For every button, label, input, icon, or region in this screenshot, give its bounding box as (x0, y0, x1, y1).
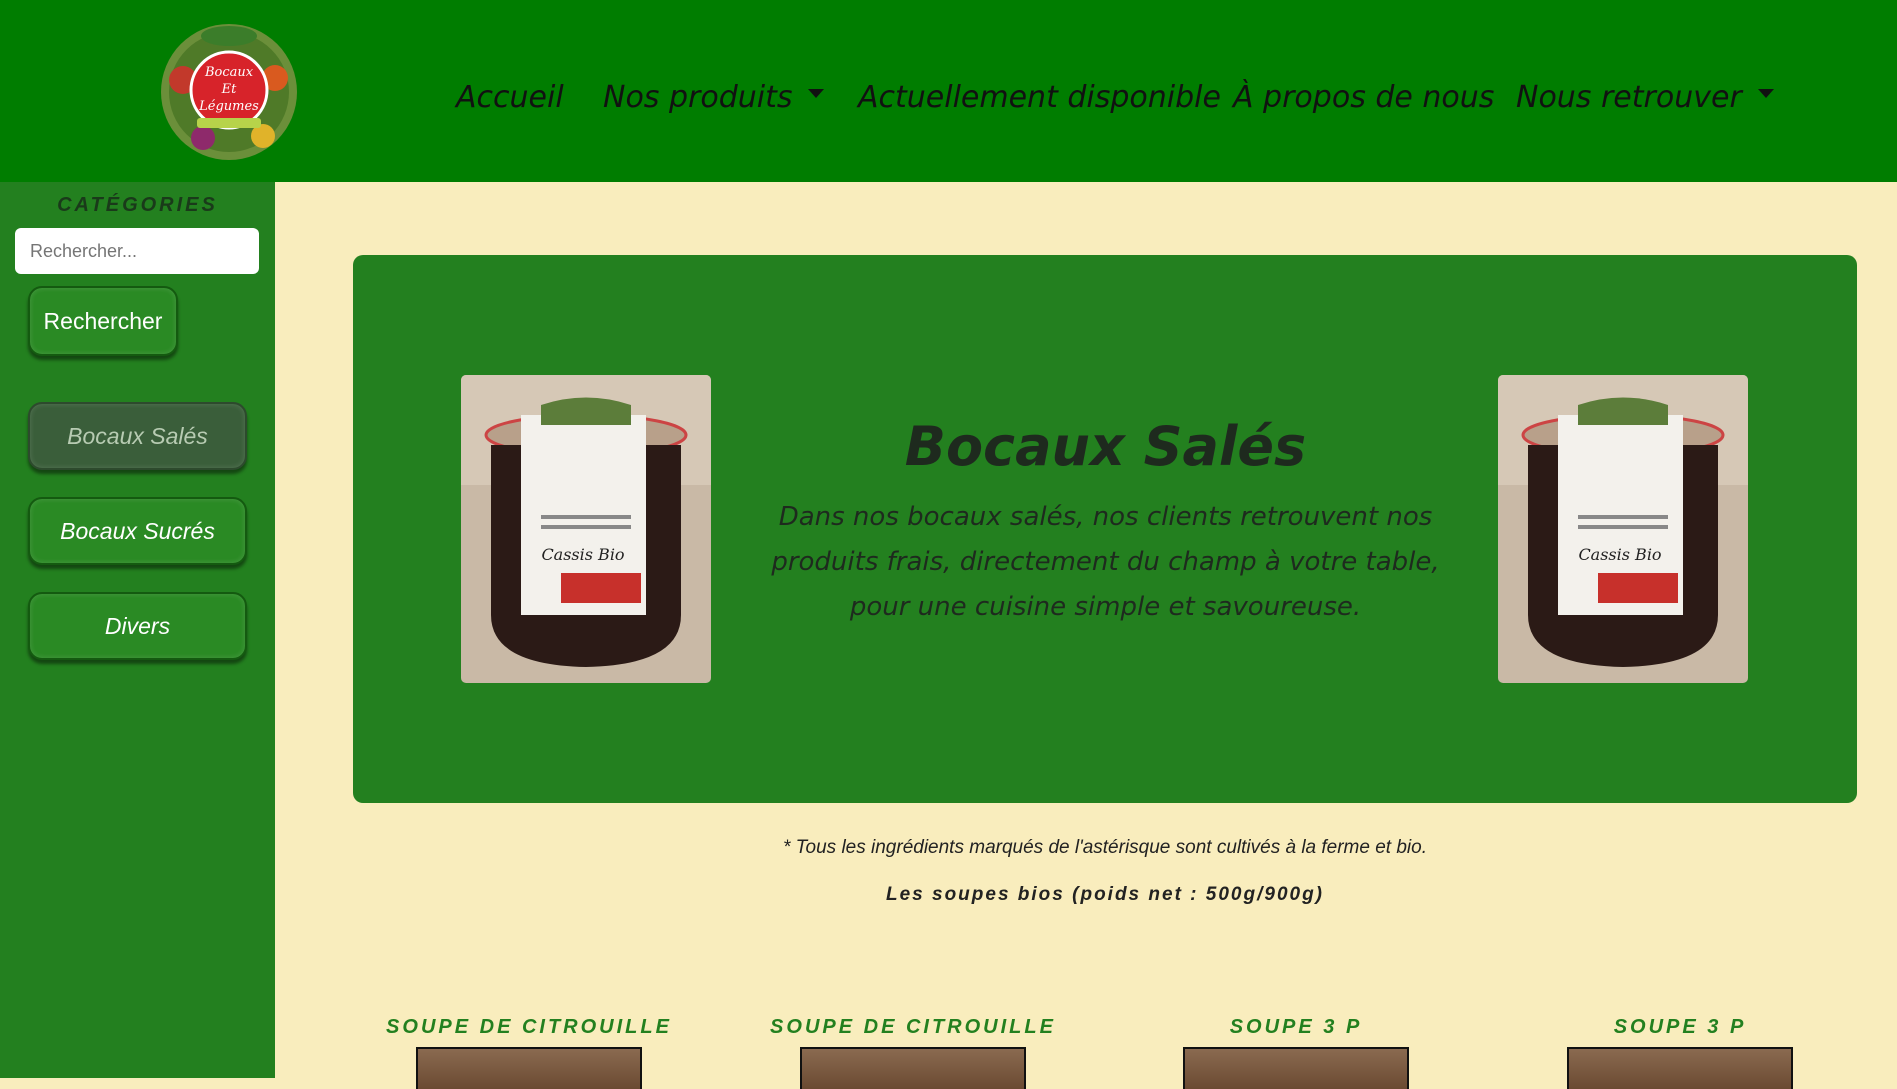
jar-label-text: Cassis Bio (1578, 545, 1661, 564)
jar-label-text: Cassis Bio (541, 545, 624, 564)
chevron-down-icon (1757, 89, 1774, 98)
nav-accueil-label: Accueil (456, 80, 564, 115)
nav-actuellement-disponible-label: Actuellement disponible (858, 80, 1221, 115)
jar-image-left: Cassis Bio (461, 375, 711, 683)
product-card[interactable]: SOUPE DE CITROUILLE (379, 1016, 679, 1089)
logo-text-line-3: Légumes (198, 99, 259, 114)
nav-nous-retrouver-label: Nous retrouver (1516, 80, 1742, 115)
nav-a-propos[interactable]: À propos de nous (1233, 80, 1494, 115)
nav-actuellement-disponible[interactable]: Actuellement disponible (858, 80, 1221, 115)
nav-accueil[interactable]: Accueil (456, 80, 564, 115)
product-name: SOUPE DE CITROUILLE (386, 1016, 672, 1038)
product-name: SOUPE 3 P (1613, 1016, 1747, 1038)
category-bocaux-sales[interactable]: Bocaux Salés (28, 402, 247, 470)
nav-a-propos-label: À propos de nous (1233, 80, 1495, 115)
product-name: SOUPE 3 P (1229, 1016, 1363, 1038)
site-header: Bocaux Et Légumes Accueil Nos produits A… (0, 0, 1897, 182)
product-image[interactable] (1183, 1047, 1409, 1089)
product-card[interactable]: SOUPE DE CITROUILLE (763, 1016, 1063, 1089)
product-card[interactable]: SOUPE 3 P (1146, 1016, 1446, 1089)
logo-text-line-1: Bocaux (204, 65, 254, 80)
category-sidebar: CATÉGORIES Rechercher Bocaux Salés Bocau… (0, 182, 275, 1078)
chevron-down-icon (808, 89, 825, 98)
product-card[interactable]: SOUPE 3 P (1530, 1016, 1830, 1089)
hero-description: Dans nos bocaux salés, nos clients retro… (771, 502, 1440, 622)
category-divers[interactable]: Divers (28, 592, 247, 660)
product-name: SOUPE DE CITROUILLE (770, 1016, 1056, 1038)
search-button[interactable]: Rechercher (28, 286, 178, 356)
site-logo[interactable]: Bocaux Et Légumes (153, 20, 305, 164)
section-subtitle: Les soupes bios (poids net : 500g/900g) (885, 884, 1325, 905)
hero-title: Bocaux Salés (904, 415, 1307, 478)
product-image[interactable] (416, 1047, 642, 1089)
hero-banner: Cassis Bio Bocaux Salés Dans nos bocaux … (353, 255, 1857, 803)
categories-title: CATÉGORIES (57, 194, 218, 216)
logo-text-line-2: Et (221, 82, 237, 97)
nav-nos-produits-label: Nos produits (603, 80, 793, 115)
jar-image-right: Cassis Bio (1498, 375, 1748, 683)
search-input[interactable] (15, 228, 259, 274)
nav-nous-retrouver[interactable]: Nous retrouver (1516, 80, 1774, 115)
ingredients-note: * Tous les ingrédients marqués de l'asté… (783, 837, 1427, 858)
product-image[interactable] (1567, 1047, 1793, 1089)
product-image[interactable] (800, 1047, 1026, 1089)
category-bocaux-sucres[interactable]: Bocaux Sucrés (28, 497, 247, 565)
nav-nos-produits[interactable]: Nos produits (603, 80, 825, 115)
